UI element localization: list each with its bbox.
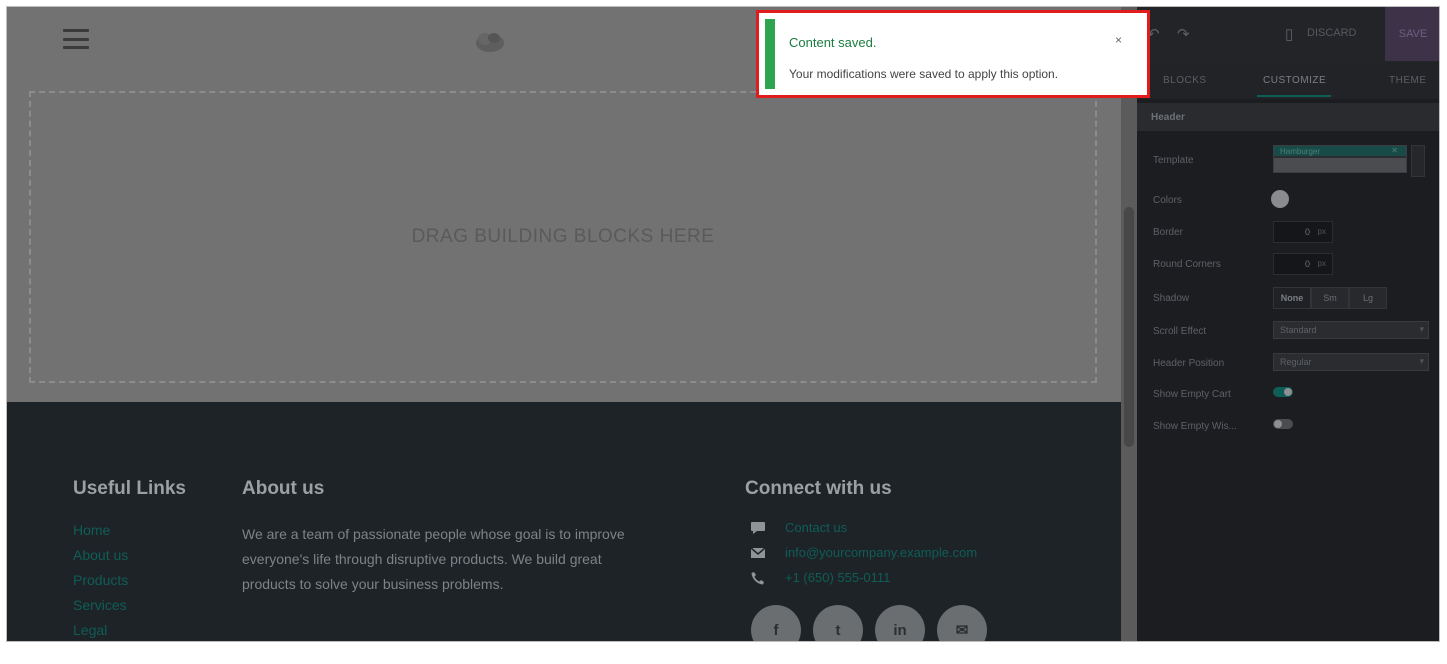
header-position-label: Header Position [1153,358,1225,369]
editor-window: DRAG BUILDING BLOCKS HERE Useful Links H… [6,6,1440,642]
redo-icon[interactable]: ↷ [1177,25,1190,43]
close-icon[interactable]: × [1115,33,1122,47]
envelope-icon [749,546,767,560]
close-icon[interactable]: ✕ [1391,146,1398,155]
chevron-down-icon: ▾ [1419,356,1424,366]
save-button[interactable]: SAVE [1385,7,1439,61]
shadow-button-group: None Sm Lg [1273,287,1387,309]
template-value: Hamburger [1280,147,1321,156]
border-value: 0 [1304,227,1310,237]
drop-zone-label: DRAG BUILDING BLOCKS HERE [411,226,715,247]
colors-label: Colors [1153,195,1182,206]
show-empty-cart-label: Show Empty Cart [1153,389,1231,400]
border-label: Border [1153,227,1184,238]
discard-button[interactable]: DISCARD [1307,27,1357,39]
round-corners-unit: px [1317,259,1326,268]
round-corners-input[interactable]: 0 px [1273,253,1333,275]
template-scrollbar[interactable] [1411,145,1425,177]
tab-theme[interactable]: THEME [1389,75,1427,86]
shadow-label: Shadow [1153,293,1190,304]
round-corners-value: 0 [1304,259,1310,269]
border-input[interactable]: 0 px [1273,221,1333,243]
mobile-preview-icon[interactable]: ▯ [1285,25,1293,43]
connect-title: Connect with us [745,478,892,499]
shadow-lg-button[interactable]: Lg [1349,287,1387,309]
contact-row-email[interactable]: info@yourcompany.example.com [749,545,977,560]
useful-links-title: Useful Links [73,478,186,499]
scroll-effect-select[interactable]: Standard ▾ [1273,321,1429,339]
active-tab-indicator [1257,95,1331,97]
footer-link-legal[interactable]: Legal [73,622,107,638]
about-us-text: We are a team of passionate people whose… [242,526,625,592]
about-us-title: About us [242,478,325,499]
shadow-none-button[interactable]: None [1273,287,1311,309]
tab-blocks[interactable]: BLOCKS [1163,75,1207,86]
header-position-select[interactable]: Regular ▾ [1273,353,1429,371]
phone-link[interactable]: +1 (650) 555-0111 [785,570,890,585]
shadow-sm-button[interactable]: Sm [1311,287,1349,309]
canvas-scrollbar[interactable] [1121,7,1137,641]
section-title: Header [1151,112,1185,123]
contact-us-link[interactable]: Contact us [785,520,847,535]
sidebar-toolbar: ↶ ↷ ▯ DISCARD SAVE [1137,7,1439,63]
tab-customize[interactable]: CUSTOMIZE [1263,75,1326,86]
email-link[interactable]: info@yourcompany.example.com [785,545,977,560]
header-section: Header [1137,103,1439,131]
toast-notification: Content saved. × Your modifications were… [756,10,1150,98]
show-empty-cart-toggle[interactable] [1273,387,1293,397]
scroll-effect-label: Scroll Effect [1153,326,1207,337]
footer-link-products[interactable]: Products [73,572,128,588]
scroll-effect-value: Standard [1280,325,1317,335]
contact-row-phone[interactable]: +1 (650) 555-0111 [749,570,890,585]
show-empty-wishlist-label: Show Empty Wis... [1153,421,1237,432]
round-corners-label: Round Corners [1153,259,1221,270]
logo-icon [476,33,504,52]
template-select[interactable]: Hamburger ✕ [1273,145,1407,173]
footer-link-about[interactable]: About us [73,547,128,563]
contact-row-contact[interactable]: Contact us [749,520,847,535]
scrollbar-thumb[interactable] [1124,207,1134,447]
phone-icon [749,571,767,585]
template-label: Template [1153,155,1194,166]
footer-link-home[interactable]: Home [73,522,110,538]
comment-icon [749,521,767,535]
border-unit: px [1317,227,1326,236]
toast-message: Your modifications were saved to apply t… [789,67,1059,81]
show-empty-wishlist-toggle[interactable] [1273,419,1293,429]
drop-zone[interactable]: DRAG BUILDING BLOCKS HERE [29,91,1097,383]
hamburger-menu-icon[interactable] [63,29,89,49]
sidebar-tabs: BLOCKS CUSTOMIZE THEME [1137,63,1439,99]
header-position-value: Regular [1280,357,1312,367]
toast-title: Content saved. [789,35,877,50]
website-canvas: DRAG BUILDING BLOCKS HERE Useful Links H… [7,7,1121,641]
color-picker[interactable] [1271,190,1289,208]
editor-sidebar: ↶ ↷ ▯ DISCARD SAVE BLOCKS CUSTOMIZE THEM… [1137,7,1439,641]
footer-link-services[interactable]: Services [73,597,127,613]
toast-success-stripe [765,19,775,89]
chevron-down-icon: ▾ [1419,324,1424,334]
